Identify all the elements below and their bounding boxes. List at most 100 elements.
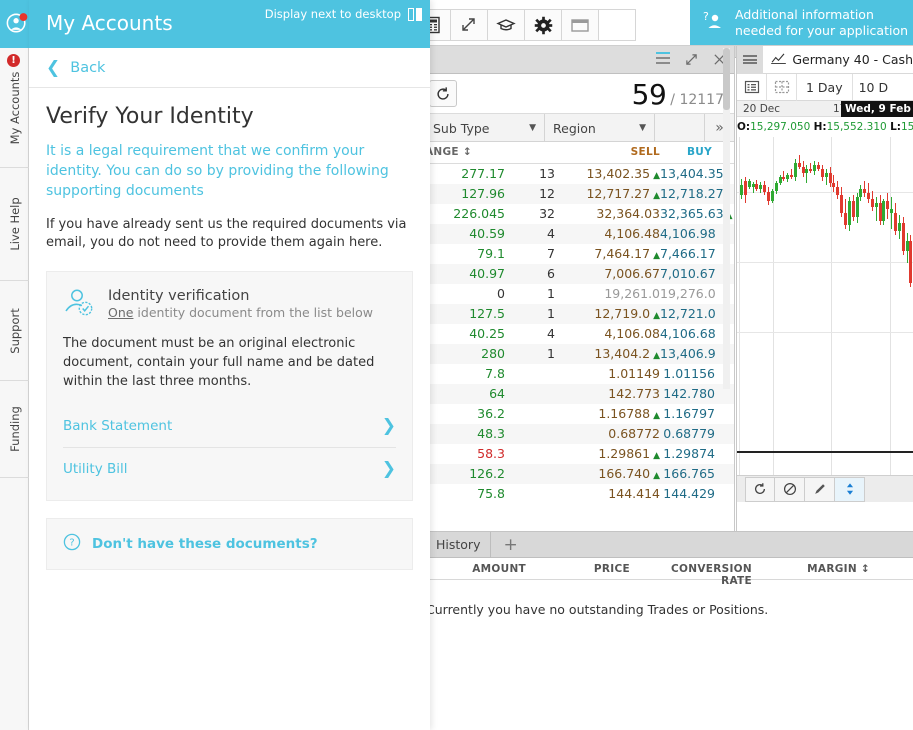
cell-buy[interactable]: 0.68779 <box>660 426 715 441</box>
chart-interval-secondary[interactable]: 10 D <box>853 74 895 101</box>
cell-buy[interactable]: 142.780 <box>660 386 715 401</box>
back-label: Back <box>70 59 106 76</box>
dock-side-by-side-icon <box>408 7 422 21</box>
cell-buy[interactable]: 32,365.63▲ <box>660 206 733 221</box>
prices-scrollbar-thumb[interactable] <box>723 48 730 110</box>
sidebar-item-funding[interactable]: Funding <box>0 381 29 478</box>
sidebar-item-live-help[interactable]: Live Help <box>0 168 29 281</box>
cell-sell[interactable]: 7,464.17 ▲ <box>555 246 660 261</box>
cell-mid: 4 <box>547 326 555 341</box>
chart-bottom-toolbar <box>737 475 913 502</box>
graduation-cap-icon[interactable] <box>488 9 525 41</box>
grid-icon[interactable] <box>767 73 797 101</box>
user-avatar-icon[interactable] <box>6 12 28 33</box>
filter-sub-type[interactable]: Sub Type ▼ <box>425 114 545 141</box>
candlestick-chart[interactable] <box>737 137 913 475</box>
cell-mid: 4 <box>547 226 555 241</box>
cell-buy[interactable]: 7,466.17 <box>660 246 716 261</box>
cell-sell[interactable]: 1.01149 <box>555 366 660 381</box>
cell-buy[interactable]: 4,106.68 <box>660 326 716 341</box>
cell-change: 75.8 <box>477 486 505 501</box>
ohlc-low-label: L: <box>890 121 901 133</box>
card-title: Identity verification <box>108 288 250 305</box>
cell-mid: 13 <box>539 166 555 181</box>
column-amount[interactable]: AMOUNT <box>426 563 526 575</box>
cell-sell[interactable]: 4,106.48 <box>555 226 660 241</box>
cell-change: 226.045 <box>453 206 505 221</box>
cell-buy[interactable]: 1.29874 <box>660 446 715 461</box>
page-title: My Accounts <box>46 11 173 35</box>
cell-buy[interactable]: 166.765 <box>660 466 715 481</box>
display-next-to-desktop-toggle[interactable]: Display next to desktop <box>265 7 422 21</box>
chart-toolbar: 1 Day 10 D <box>737 73 913 101</box>
document-option[interactable]: Bank Statement ❯ <box>63 405 396 447</box>
expand-chart-icon[interactable] <box>451 9 488 41</box>
chart-interval[interactable]: 1 Day <box>797 73 853 101</box>
additional-info-notification[interactable]: ? Additional information needed for your… <box>690 0 913 45</box>
cell-buy[interactable]: 13,406.9 <box>660 346 716 361</box>
cell-sell[interactable]: 13,404.2 ▲ <box>555 346 660 361</box>
cell-buy[interactable]: 1.16797 <box>660 406 715 421</box>
scale-updown-icon[interactable] <box>835 476 865 502</box>
cell-mid: 12 <box>539 186 555 201</box>
cell-buy[interactable]: 1.01156 <box>660 366 715 381</box>
cell-change: 40.25 <box>469 326 505 341</box>
filter-region[interactable]: Region ▼ <box>545 114 655 141</box>
add-tab-button[interactable]: + <box>491 532 529 558</box>
sidebar-item-my-accounts[interactable]: ! My Accounts <box>0 48 29 168</box>
cell-buy[interactable]: 13,404.35 <box>660 166 724 181</box>
cell-sell[interactable]: 13,402.35 ▲ <box>555 166 660 181</box>
my-accounts-panel: My Accounts Display next to desktop ❮ Ba… <box>29 0 430 730</box>
list-icon[interactable] <box>737 73 767 101</box>
svg-text:?: ? <box>69 537 74 548</box>
cell-mid: 32 <box>539 206 555 221</box>
cell-sell[interactable]: 1.16788 ▲ <box>555 406 660 421</box>
back-button[interactable]: ❮ Back <box>29 48 430 88</box>
refresh-icon[interactable] <box>429 80 457 107</box>
cell-buy[interactable]: 12,718.27 <box>660 186 724 201</box>
menu-icon[interactable] <box>654 49 672 69</box>
hamburger-icon[interactable] <box>737 45 764 74</box>
no-documents-help[interactable]: ? Don't have these documents? <box>46 517 413 570</box>
cell-sell[interactable]: 166.740 ▲ <box>555 466 660 481</box>
cell-sell[interactable]: 7,006.67 <box>555 266 660 281</box>
cell-sell[interactable]: 4,106.08 <box>555 326 660 341</box>
cell-sell[interactable]: 12,717.27 ▲ <box>555 186 660 201</box>
column-change[interactable]: ANGE ↕ <box>425 146 472 158</box>
cell-buy[interactable]: 144.429 <box>660 486 715 501</box>
cancel-icon[interactable] <box>775 476 805 502</box>
undo-icon[interactable] <box>745 476 775 502</box>
panel-header: My Accounts Display next to desktop <box>29 0 430 48</box>
cell-buy[interactable]: 12,721.0 <box>660 306 716 321</box>
chart-header: Germany 40 - Cash <box>737 45 913 74</box>
document-name: Bank Statement <box>63 417 173 434</box>
column-buy: BUY <box>686 146 712 158</box>
cell-buy[interactable]: 4,106.98 <box>660 226 716 241</box>
document-option[interactable]: Utility Bill ❯ <box>63 446 396 490</box>
cell-sell[interactable]: 32,364.03 <box>555 206 660 221</box>
pencil-icon[interactable] <box>805 476 835 502</box>
ohlc-high-value: 15,552.310 <box>826 121 887 133</box>
notification-line-2: needed for your application <box>735 22 909 38</box>
column-margin[interactable]: MARGIN ↕ <box>770 563 870 575</box>
sidebar-item-label: Live Help <box>7 197 22 251</box>
sidebar-item-support[interactable]: Support <box>0 281 29 381</box>
cell-change: 79.1 <box>477 246 505 261</box>
cell-change: 126.2 <box>469 466 505 481</box>
cell-buy[interactable]: 7,010.67 <box>660 266 716 281</box>
card-body-text: The document must be an original electro… <box>63 336 375 389</box>
cell-sell[interactable]: 1.29861 ▲ <box>555 446 660 461</box>
cell-sell[interactable]: 144.414 <box>555 486 660 501</box>
tab-history[interactable]: History <box>426 531 492 558</box>
gear-icon[interactable] <box>525 9 562 41</box>
cell-sell[interactable]: 19,261.0 <box>555 286 660 301</box>
cell-buy[interactable]: 19,276.0 <box>660 286 716 301</box>
cell-sell[interactable]: 0.68772 <box>555 426 660 441</box>
expand-icon[interactable] <box>682 49 700 69</box>
column-price[interactable]: PRICE <box>540 563 630 575</box>
column-conversion-rate[interactable]: CONVERSION RATE <box>640 563 752 587</box>
cell-sell[interactable]: 12,719.0 ▲ <box>555 306 660 321</box>
window-icon[interactable] <box>562 9 599 41</box>
chart-title: Germany 40 - Cash <box>771 52 913 67</box>
cell-sell[interactable]: 142.773 <box>555 386 660 401</box>
